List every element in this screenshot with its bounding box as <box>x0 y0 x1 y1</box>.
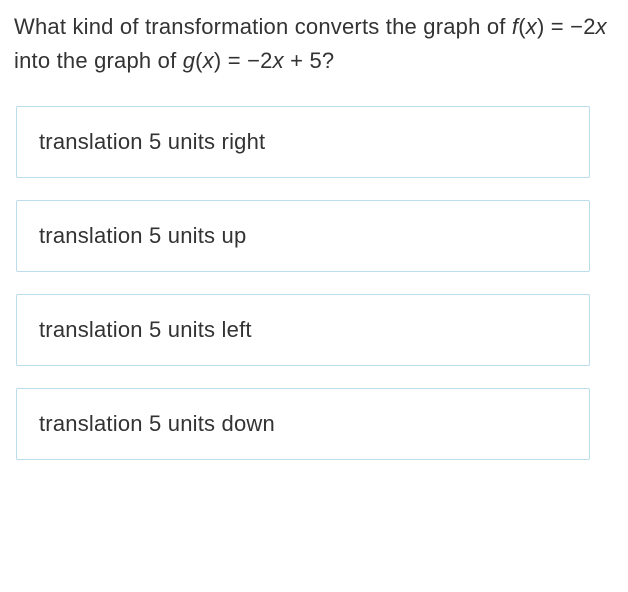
eq-part: = −2 <box>545 14 596 39</box>
option-button-4[interactable]: translation 5 units down <box>16 388 590 460</box>
question-part: into the graph of <box>14 48 183 73</box>
question-text: What kind of transformation converts the… <box>14 10 614 78</box>
question-part: What kind of transformation converts the… <box>14 14 512 39</box>
var-x: x <box>526 14 537 39</box>
var-x: x <box>596 14 607 39</box>
option-button-1[interactable]: translation 5 units right <box>16 106 590 178</box>
eq-part: = −2 <box>221 48 272 73</box>
option-button-3[interactable]: translation 5 units left <box>16 294 590 366</box>
option-button-2[interactable]: translation 5 units up <box>16 200 590 272</box>
paren-open: ( <box>518 14 526 39</box>
paren-open: ( <box>195 48 203 73</box>
var-x: x <box>203 48 214 73</box>
var-x: x <box>273 48 284 73</box>
paren-close: ) <box>537 14 545 39</box>
fn-g: g <box>183 48 195 73</box>
question-part: + 5? <box>284 48 335 73</box>
options-list: translation 5 units right translation 5 … <box>14 106 614 460</box>
